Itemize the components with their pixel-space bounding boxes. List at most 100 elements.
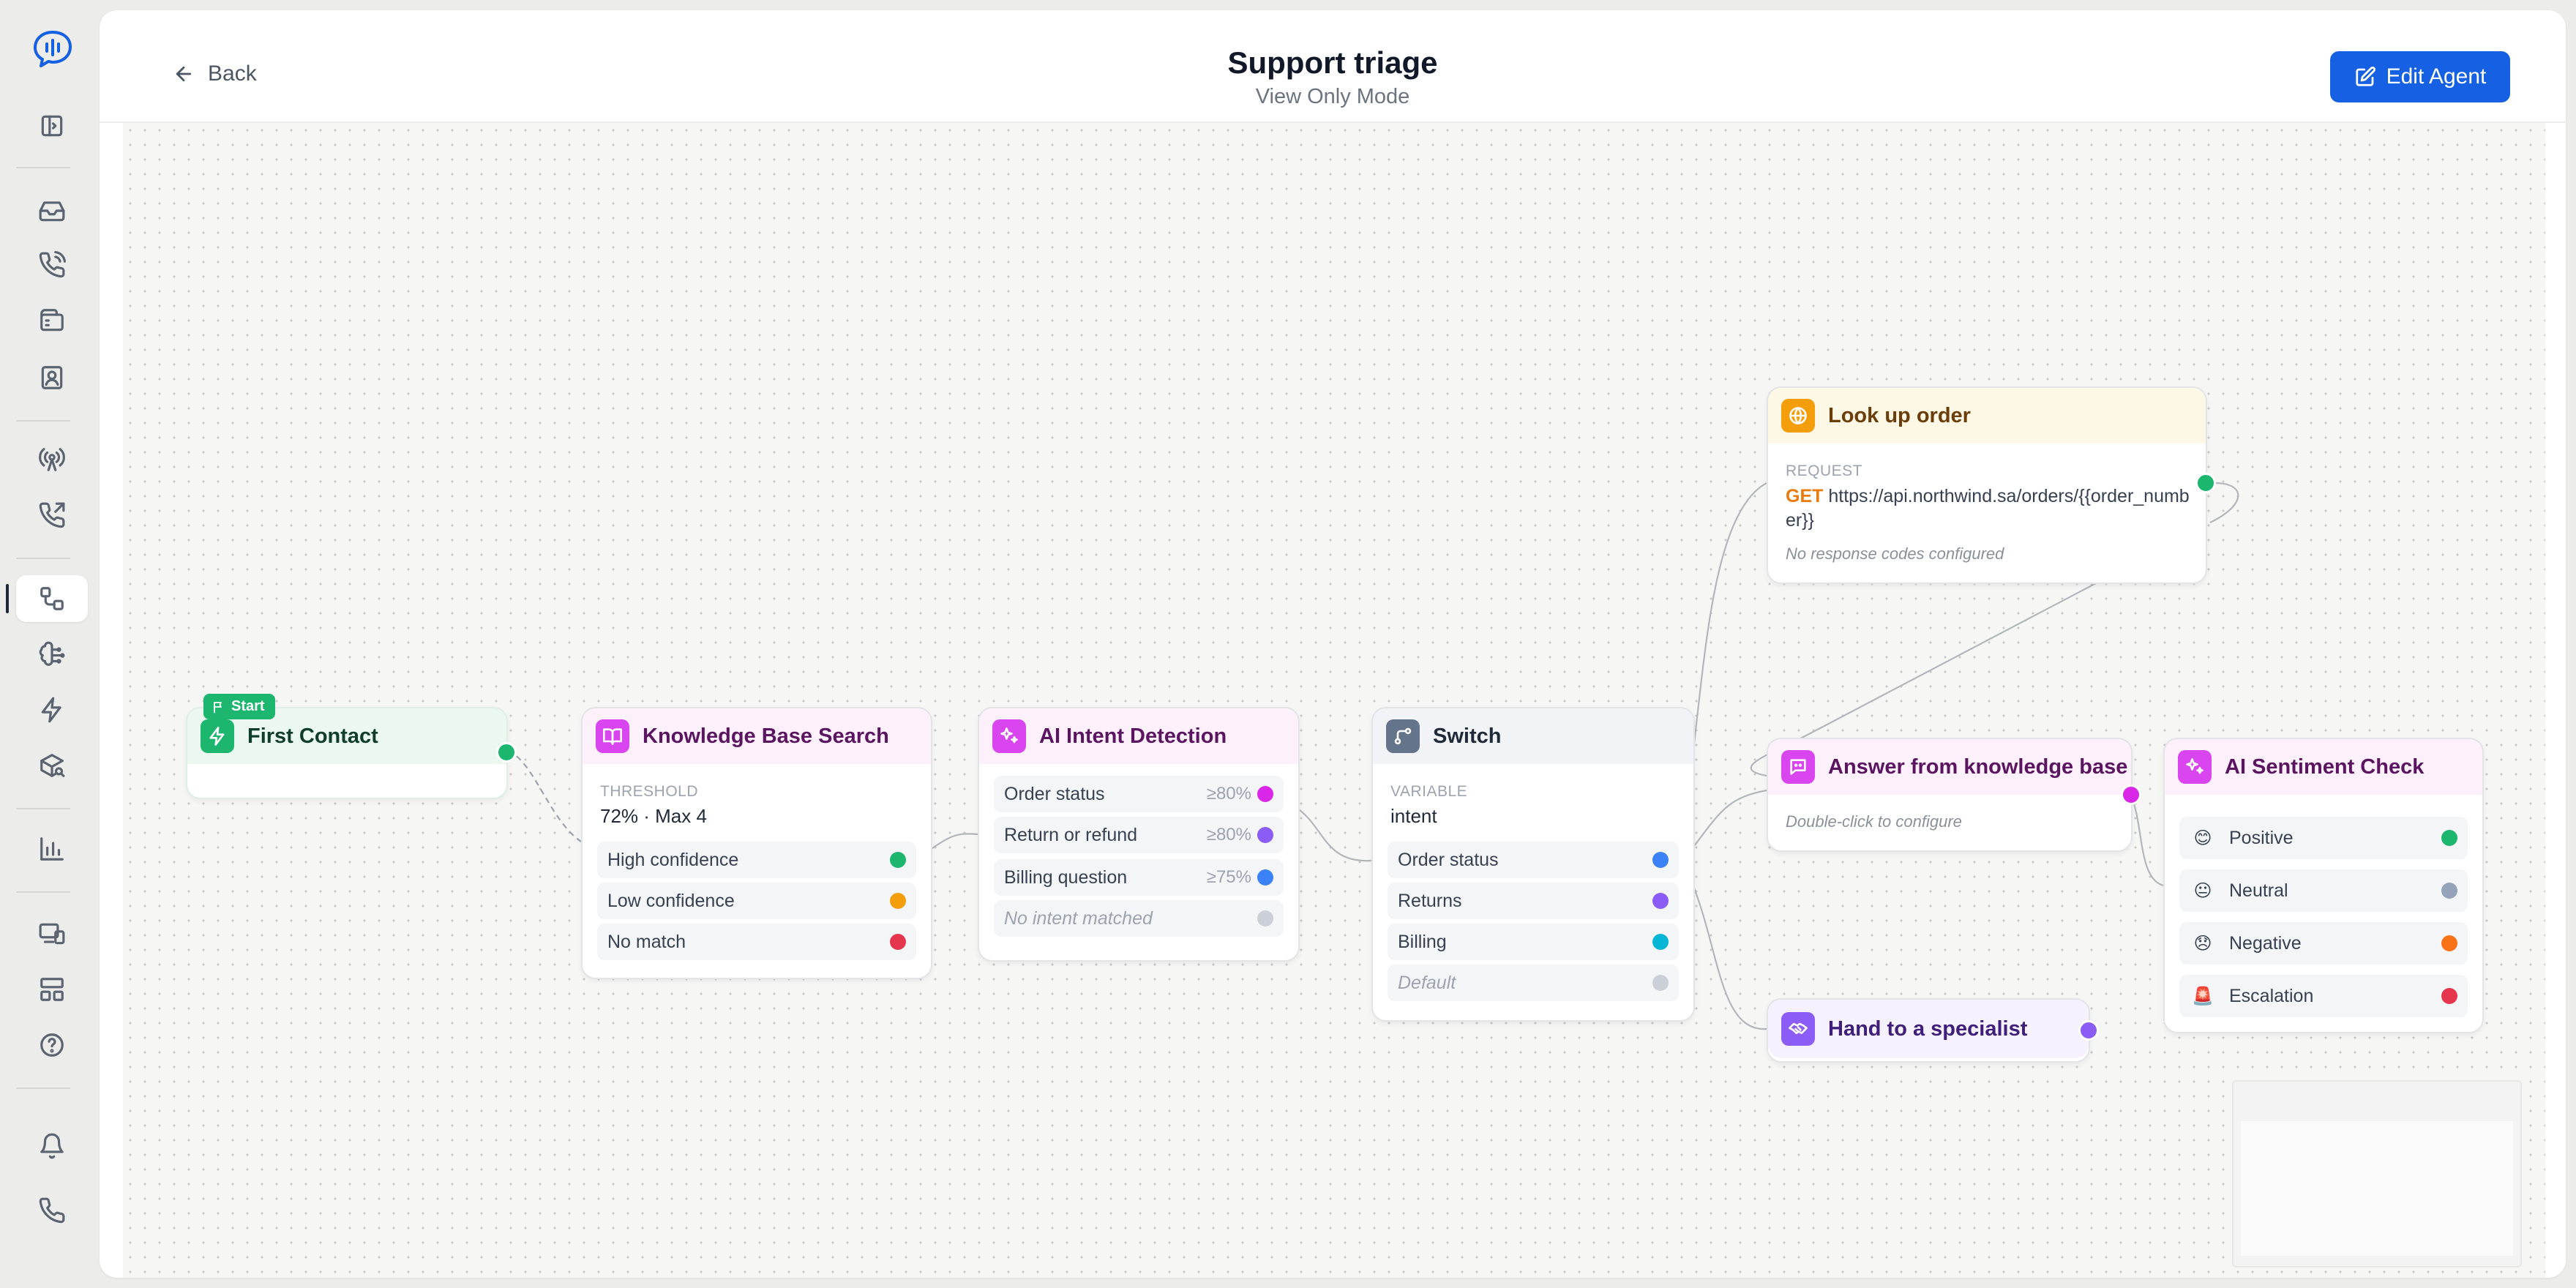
globe-icon	[1781, 399, 1815, 433]
output-handle[interactable]	[2441, 883, 2457, 899]
sentiment-row: 🚨 Escalation	[2179, 975, 2468, 1017]
sentiment-label: Positive	[2229, 827, 2294, 848]
edit-agent-button[interactable]: Edit Agent	[2330, 51, 2510, 102]
intent-threshold: ≥80%	[1206, 825, 1251, 845]
output-handle[interactable]	[1257, 910, 1273, 926]
request-label: REQUEST	[1786, 463, 1863, 479]
contacts-icon[interactable]	[16, 354, 88, 401]
output-handle[interactable]	[1652, 893, 1669, 909]
page-title: Support triage	[1227, 45, 1438, 80]
node-title: Knowledge Base Search	[643, 724, 889, 748]
node-header: AI Sentiment Check	[2165, 739, 2482, 795]
bell-icon[interactable]	[16, 1123, 88, 1169]
devices-icon[interactable]	[16, 910, 88, 957]
threshold-label: THRESHOLD	[600, 783, 699, 800]
intent-fallback-row: No intent matched	[994, 900, 1284, 937]
help-icon[interactable]	[16, 1022, 88, 1068]
broadcast-icon[interactable]	[16, 436, 88, 483]
output-label: No match	[607, 931, 686, 952]
output-handle[interactable]	[1257, 869, 1273, 886]
output-handle[interactable]	[2195, 473, 2216, 493]
left-rail	[0, 0, 95, 1288]
rail-divider	[16, 891, 70, 893]
rail-divider	[16, 167, 70, 168]
node-look-up-order[interactable]: Look up order REQUEST GET https://api.no…	[1767, 386, 2216, 584]
sentiment-label: Negative	[2229, 932, 2302, 954]
node-first-contact[interactable]: First Contact Start	[186, 694, 517, 799]
default-row: Default	[1388, 965, 1679, 1001]
sparkles-icon	[992, 719, 1026, 753]
intent-label: Order status	[1004, 783, 1105, 804]
main-panel: Back Support triage View Only Mode Edit …	[100, 10, 2566, 1278]
sad-emoji-icon: 😞	[2193, 933, 2212, 954]
intent-fallback-label: No intent matched	[1004, 907, 1153, 929]
logo-icon[interactable]	[29, 28, 76, 70]
request-url: https://api.northwind.sa/orders/{{order_…	[1786, 486, 2190, 531]
output-handle[interactable]	[1257, 827, 1273, 843]
analytics-icon[interactable]	[16, 825, 88, 872]
start-badge: Start	[203, 694, 275, 719]
sidebar-toggle-icon[interactable]	[16, 102, 88, 149]
default-label: Default	[1398, 972, 1456, 993]
siren-emoji-icon: 🚨	[2192, 986, 2214, 1006]
node-title: Answer from knowledge base	[1828, 755, 2128, 779]
intent-row: Billing question ≥75%	[994, 859, 1284, 896]
node-ai-intent-detection[interactable]: AI Intent Detection Order status ≥80% Re…	[978, 707, 1300, 962]
output-handle[interactable]	[2441, 935, 2457, 951]
case-label: Billing	[1398, 931, 1447, 952]
response-note: No response codes configured	[1786, 544, 2004, 563]
output-handle[interactable]	[890, 852, 906, 868]
output-handle[interactable]	[2121, 785, 2141, 805]
integrations-icon[interactable]	[16, 742, 88, 789]
node-header: AI Intent Detection	[979, 708, 1298, 764]
output-handle[interactable]	[2441, 988, 2457, 1004]
node-answer-from-knowledge-base[interactable]: Answer from knowledge base Double-click …	[1767, 738, 2141, 852]
minimap-viewport[interactable]	[2241, 1121, 2513, 1256]
node-hand-to-specialist[interactable]: Hand to a specialist	[1767, 998, 2099, 1063]
bot-message-icon	[1781, 750, 1815, 784]
output-handle[interactable]	[2441, 830, 2457, 846]
inbox-icon[interactable]	[16, 187, 88, 234]
node-title: AI Sentiment Check	[2225, 755, 2425, 779]
node-ai-sentiment-check[interactable]: AI Sentiment Check 😊 Positive 😐 Neutral …	[2163, 738, 2484, 1033]
output-handle[interactable]	[1652, 934, 1669, 950]
output-handle[interactable]	[1257, 786, 1273, 802]
intent-row: Order status ≥80%	[994, 776, 1284, 812]
output-row: Low confidence	[597, 883, 916, 919]
wallet-icon[interactable]	[16, 297, 88, 344]
handshake-icon	[1781, 1012, 1815, 1046]
case-row: Order status	[1388, 842, 1679, 878]
output-handle[interactable]	[2078, 1020, 2099, 1041]
edit-agent-label: Edit Agent	[2386, 64, 2487, 89]
case-label: Order status	[1398, 849, 1499, 870]
output-handle[interactable]	[1652, 975, 1669, 991]
outbound-call-icon[interactable]	[16, 492, 88, 539]
http-method: GET	[1786, 486, 1824, 506]
flows-icon[interactable]	[6, 575, 88, 622]
case-label: Returns	[1398, 890, 1462, 911]
automations-icon[interactable]	[16, 686, 88, 733]
minimap[interactable]	[2232, 1080, 2522, 1268]
sentiment-label: Neutral	[2229, 880, 2288, 901]
phone-call-icon[interactable]	[16, 242, 88, 288]
mode-subtitle: View Only Mode	[1255, 85, 1410, 108]
start-badge-label: Start	[231, 698, 265, 714]
flow-canvas[interactable]	[123, 123, 2545, 1278]
node-knowledge-base-search[interactable]: Knowledge Base Search THRESHOLD 72% · Ma…	[581, 707, 932, 979]
case-row: Returns	[1388, 883, 1679, 919]
layout-icon[interactable]	[16, 966, 88, 1013]
output-handle[interactable]	[1652, 852, 1669, 868]
sentiment-row: 😊 Positive	[2179, 817, 2468, 859]
phone-icon[interactable]	[16, 1187, 88, 1234]
output-handle[interactable]	[890, 893, 906, 909]
knowledge-icon[interactable]	[16, 631, 88, 678]
node-title: Switch	[1433, 724, 1502, 748]
node-switch[interactable]: Switch VARIABLE intent Order status Retu…	[1371, 707, 1695, 1022]
node-title: First Contact	[247, 724, 378, 748]
output-label: High confidence	[607, 849, 739, 870]
output-handle[interactable]	[890, 934, 906, 950]
neutral-emoji-icon: 😐	[2193, 880, 2212, 901]
output-handle[interactable]	[496, 742, 517, 763]
rail-divider	[16, 808, 70, 809]
page-header: Back Support triage View Only Mode Edit …	[100, 10, 2566, 123]
